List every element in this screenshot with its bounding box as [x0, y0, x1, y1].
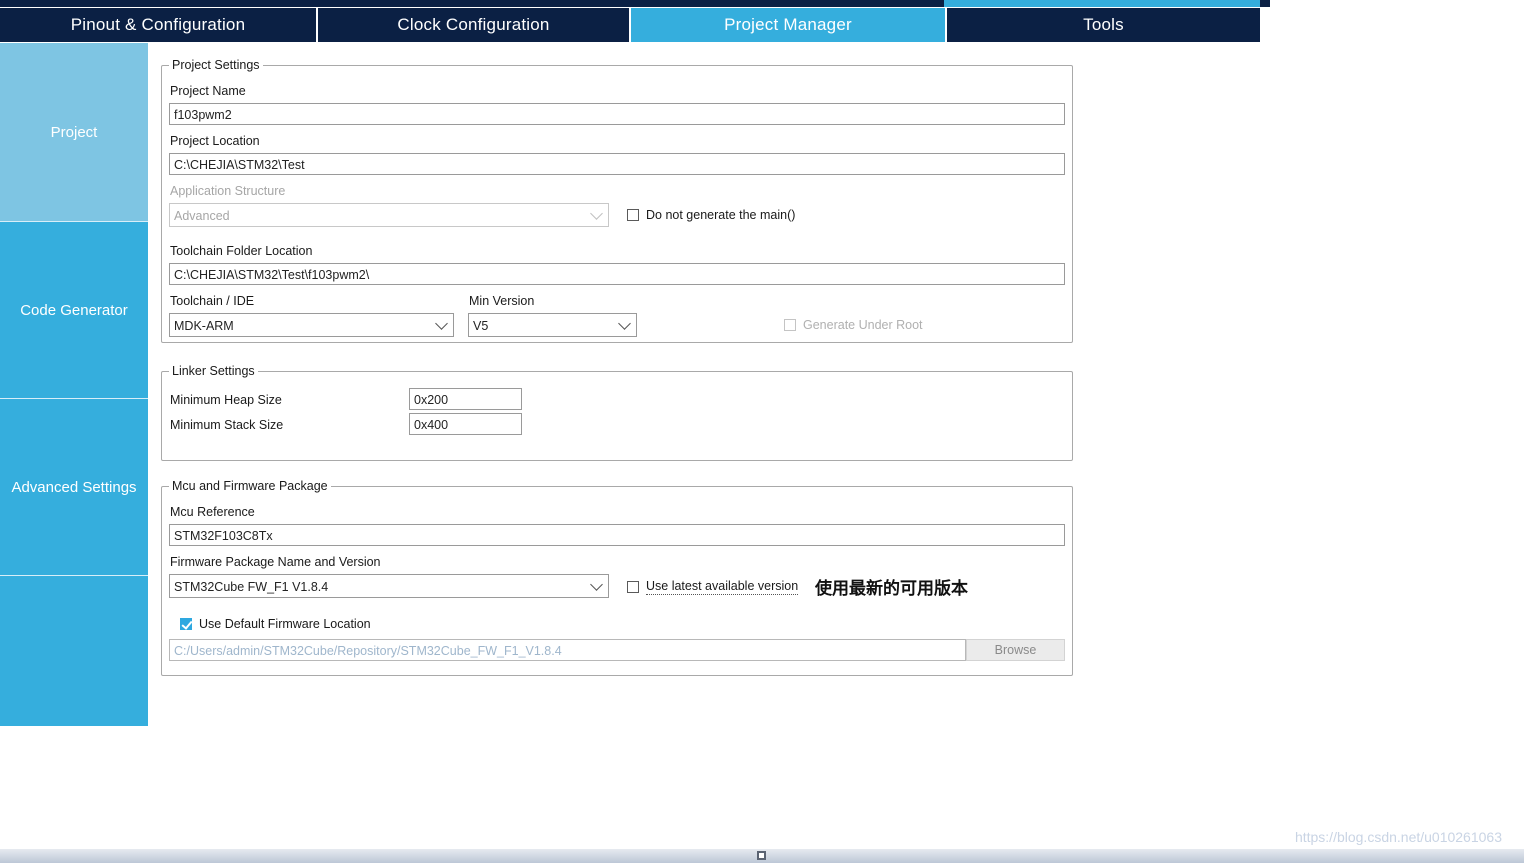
project-manager-sidebar: Project Code Generator Advanced Settings: [0, 43, 148, 726]
application-structure-label: Application Structure: [170, 184, 286, 198]
toolchain-ide-value: MDK-ARM: [174, 319, 234, 333]
use-default-firmware-location-checkbox[interactable]: Use Default Firmware Location: [180, 617, 371, 631]
sidebar-item-code-generator[interactable]: Code Generator: [0, 222, 148, 399]
tab-label: Project Manager: [724, 15, 852, 34]
chevron-down-icon: [590, 207, 603, 220]
min-version-label: Min Version: [469, 294, 535, 308]
watermark-text: https://blog.csdn.net/u010261063: [1294, 829, 1502, 845]
tab-clock-configuration[interactable]: Clock Configuration: [318, 8, 631, 42]
project-location-input[interactable]: C:\CHEJIA\STM32\Test: [169, 153, 1065, 175]
sidebar-item-label: Project: [50, 123, 98, 141]
firmware-location-input[interactable]: C:/Users/admin/STM32Cube/Repository/STM3…: [169, 639, 966, 661]
mcu-reference-label: Mcu Reference: [170, 505, 255, 519]
sidebar-item-advanced-settings[interactable]: Advanced Settings: [0, 399, 148, 576]
minimum-heap-size-label: Minimum Heap Size: [170, 393, 282, 407]
sidebar-item-project[interactable]: Project: [0, 43, 148, 222]
mcu-firmware-group: Mcu and Firmware Package Mcu Reference S…: [161, 479, 1073, 676]
generate-under-root-checkbox[interactable]: Generate Under Root: [784, 318, 923, 332]
chevron-down-icon: [590, 578, 603, 591]
use-default-firmware-location-label: Use Default Firmware Location: [199, 617, 371, 631]
upper-tabrow-active-sliver: [944, 0, 1260, 7]
tab-label: Clock Configuration: [397, 15, 550, 34]
do-not-generate-main-label: Do not generate the main(): [646, 208, 796, 222]
tab-project-manager[interactable]: Project Manager: [631, 8, 947, 42]
toolchain-ide-select[interactable]: MDK-ARM: [169, 313, 454, 337]
resize-grip-marker[interactable]: [757, 851, 766, 860]
project-settings-group-title: Project Settings: [169, 58, 263, 72]
project-manager-content: Project Settings Project Name f103pwm2 P…: [148, 43, 1260, 726]
mcu-firmware-group-title: Mcu and Firmware Package: [169, 479, 331, 493]
minimum-stack-size-label: Minimum Stack Size: [170, 418, 284, 432]
toolchain-folder-label: Toolchain Folder Location: [170, 244, 313, 258]
sidebar-item-empty[interactable]: [0, 576, 148, 726]
browse-button[interactable]: Browse: [966, 639, 1065, 661]
minimum-heap-size-input[interactable]: 0x200: [409, 388, 522, 410]
firmware-package-value: STM32Cube FW_F1 V1.8.4: [174, 580, 329, 594]
linker-settings-group-title: Linker Settings: [169, 364, 258, 378]
toolchain-folder-input[interactable]: C:\CHEJIA\STM32\Test\f103pwm2\: [169, 263, 1065, 285]
use-latest-version-checkbox[interactable]: Use latest available version: [627, 579, 799, 595]
generate-under-root-label: Generate Under Root: [803, 318, 923, 332]
sidebar-item-label: Code Generator: [20, 301, 128, 319]
do-not-generate-main-checkbox[interactable]: Do not generate the main(): [627, 208, 795, 222]
chevron-down-icon: [435, 317, 448, 330]
project-location-label: Project Location: [170, 134, 260, 148]
main-tabbar: Pinout & Configuration Clock Configurati…: [0, 8, 1260, 42]
project-name-input[interactable]: f103pwm2: [169, 103, 1065, 125]
mcu-reference-input[interactable]: STM32F103C8Tx: [169, 524, 1065, 546]
tab-tools[interactable]: Tools: [947, 8, 1260, 42]
linker-settings-group: Linker Settings Minimum Heap Size 0x200 …: [161, 364, 1073, 461]
application-structure-select[interactable]: Advanced: [169, 203, 609, 227]
tab-pinout-configuration[interactable]: Pinout & Configuration: [0, 8, 318, 42]
project-settings-group: Project Settings Project Name f103pwm2 P…: [161, 58, 1073, 343]
checkbox-box-icon: [627, 581, 639, 593]
chevron-down-icon: [618, 317, 631, 330]
stm32cubemx-window: Pinout & Configuration Clock Configurati…: [0, 0, 1524, 863]
checkbox-box-icon: [180, 618, 192, 630]
project-name-label: Project Name: [170, 84, 246, 98]
use-latest-version-annotation: 使用最新的可用版本: [815, 579, 968, 599]
tab-label: Tools: [1083, 15, 1124, 34]
bottom-status-bar: [0, 849, 1524, 863]
use-latest-version-label: Use latest available version: [646, 579, 799, 595]
tab-label: Pinout & Configuration: [70, 15, 246, 34]
sidebar-item-label: Advanced Settings: [11, 478, 137, 496]
checkbox-box-icon: [784, 319, 796, 331]
minimum-stack-size-input[interactable]: 0x400: [409, 413, 522, 435]
min-version-select[interactable]: V5: [468, 313, 637, 337]
toolchain-ide-label: Toolchain / IDE: [170, 294, 255, 308]
firmware-package-select[interactable]: STM32Cube FW_F1 V1.8.4: [169, 574, 609, 598]
min-version-value: V5: [473, 319, 489, 333]
firmware-package-label: Firmware Package Name and Version: [170, 555, 381, 569]
checkbox-box-icon: [627, 209, 639, 221]
application-structure-value: Advanced: [174, 209, 230, 223]
